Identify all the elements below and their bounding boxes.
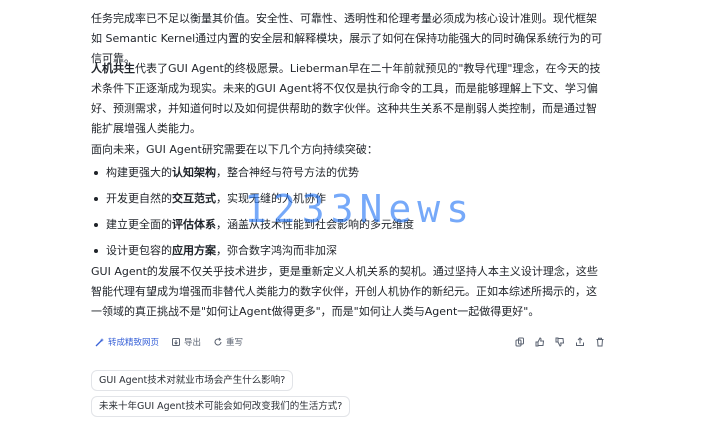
list-item: 构建更强大的认知架构，整合神经与符号方法的优势	[91, 163, 603, 189]
watermark: 1233News	[244, 187, 476, 231]
feedback-icons	[510, 337, 610, 347]
symbiosis-text: 代表了GUI Agent的终极愿景。Lieberman早在二十年前就预见的"教导…	[91, 62, 601, 135]
paragraph-conclusion: GUI Agent的发展不仅关乎技术进步，更是重新定义人机关系的契机。通过坚持人…	[91, 265, 598, 318]
answer-action-bar: 转成精致网页 导出 重写	[95, 336, 255, 348]
refresh-icon	[214, 337, 222, 346]
thumbs-up-icon[interactable]	[530, 337, 550, 347]
rewrite-button[interactable]: 重写	[213, 336, 243, 348]
export-label: 导出	[184, 338, 202, 348]
suggested-question-2[interactable]: 未来十年GUI Agent技术可能会如何改变我们的生活方式?	[91, 396, 351, 417]
export-icon	[172, 338, 181, 346]
magic-wand-icon	[95, 338, 104, 347]
share-icon[interactable]	[570, 337, 590, 347]
thumbs-down-icon[interactable]	[550, 337, 570, 347]
paragraph-symbiosis: 人机共生代表了GUI Agent的终极愿景。Lieberman早在二十年前就预见…	[91, 59, 603, 139]
trash-icon[interactable]	[590, 337, 610, 347]
paragraph-future-intro: 面向未来，GUI Agent研究需要在以下几个方向持续突破：	[91, 143, 378, 156]
rewrite-label: 重写	[226, 338, 244, 348]
copy-icon[interactable]	[510, 337, 530, 347]
export-button[interactable]: 导出	[171, 336, 201, 348]
suggested-question-1[interactable]: GUI Agent技术对就业市场会产生什么影响?	[91, 370, 294, 391]
convert-to-webpage-button[interactable]: 转成精致网页	[95, 336, 159, 348]
symbiosis-term: 人机共生	[91, 62, 135, 75]
convert-to-webpage-label: 转成精致网页	[108, 338, 160, 348]
